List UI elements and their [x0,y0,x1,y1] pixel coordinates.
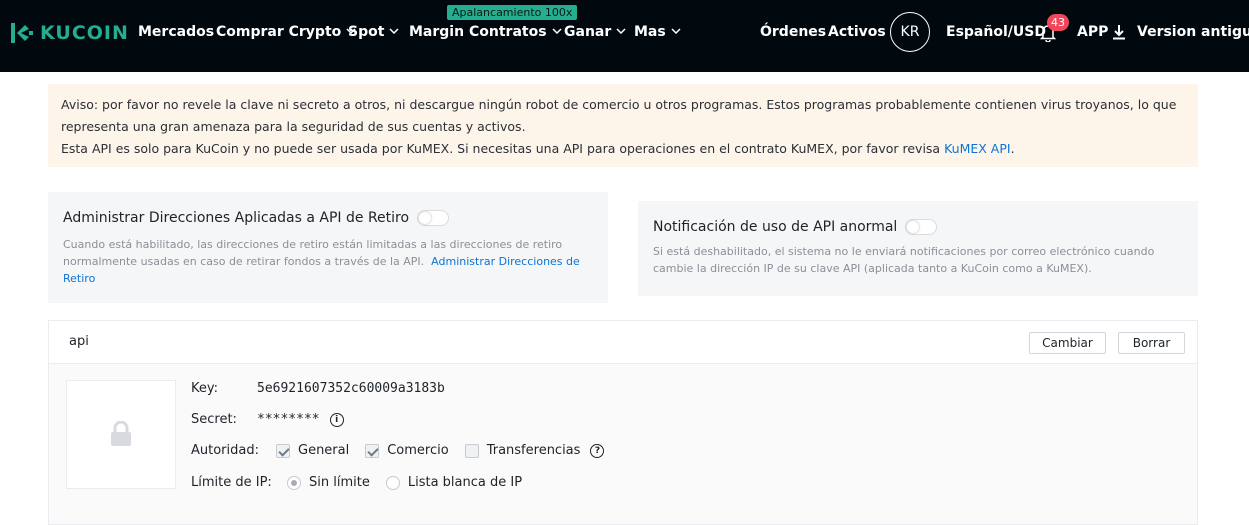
permission-label: Comercio [387,443,449,458]
abnormal-card-description: Si está deshabilitado, el sistema no le … [653,245,1155,275]
logo-text: KUCOIN [40,22,129,44]
withdraw-address-card: Administrar Direcciones Aplicadas a API … [48,192,608,303]
api-key-name: api [69,334,89,349]
checkbox[interactable] [276,443,290,458]
radio-button[interactable] [385,475,400,490]
chevron-down-icon [616,28,626,34]
ip-option-label: Lista blanca de IP [407,475,523,490]
withdraw-card-title-row: Administrar Direcciones Aplicadas a API … [63,210,593,226]
notice-text: Esta API es solo para KuCoin y no puede … [61,141,945,156]
nav-spot[interactable]: Spot [348,24,399,40]
kumex-api-link[interactable]: KuMEX API [944,141,1011,156]
key-value: 5e6921607352c60009a3183b [257,381,445,396]
ip-option-label: Sin límite [309,475,370,490]
language-currency-selector[interactable]: Español/USD [946,24,1046,40]
abnormal-card-title-row: Notificación de uso de API anormal [653,219,1183,235]
notification-count-badge: 43 [1047,14,1069,31]
download-icon [1113,25,1126,40]
nav-orders[interactable]: Órdenes [760,24,826,40]
withdraw-card-description: Cuando está habilitado, las direcciones … [63,236,593,287]
api-qr-placeholder [66,380,176,489]
withdraw-address-toggle[interactable] [417,210,450,226]
abnormal-usage-toggle[interactable] [905,219,938,235]
nav-label: Spot [348,24,385,40]
ip-limit-row: Límite de IP: Sin límite Lista blanca de… [191,475,538,490]
nav-label: Comprar Crypto [216,24,342,40]
nav-mercados[interactable]: Mercados [138,24,214,40]
info-icon[interactable]: i [329,412,344,427]
notice-line-3: Esta API es solo para KuCoin y no puede … [61,138,1185,160]
permission-transferencias[interactable]: Transferencias [464,443,581,458]
nav-label: Activos [828,24,886,40]
chevron-down-icon [552,28,562,34]
permission-general[interactable]: General [276,443,349,458]
leverage-promo-badge: Apalancamiento 100x [447,5,578,20]
notice-text: . [1010,141,1015,156]
nav-mas[interactable]: Mas [634,24,681,40]
nav-label: APP [1077,24,1109,40]
radio-button[interactable] [287,475,301,490]
key-row: Key: 5e6921607352c60009a3183b [191,381,445,396]
nav-label: Ganar [564,24,612,40]
notice-line-1: Aviso: por favor no revele la clave ni s… [61,97,1177,112]
chevron-down-icon [389,28,399,34]
chevron-down-icon [671,28,681,34]
authority-row: Autoridad: General Comercio Transferenci… [191,443,605,458]
api-key-header: api Cambiar Borrar [49,321,1197,364]
checkbox[interactable] [464,443,479,458]
permission-label: Transferencias [486,443,581,458]
top-navigation-bar: KUCOIN Mercados Comprar Crypto Spot Marg… [0,0,1249,72]
key-label: Key: [191,381,219,396]
kucoin-logo[interactable]: KUCOIN [10,21,129,45]
nav-label: Mas [634,24,666,40]
nav-contratos[interactable]: Contratos [469,24,562,40]
secret-value: ******** [257,412,320,427]
nav-label: Contratos [469,24,547,40]
ip-option-unlimited[interactable]: Sin límite [287,475,370,490]
withdraw-card-title: Administrar Direcciones Aplicadas a API … [63,210,410,226]
lock-icon [111,421,131,446]
user-avatar[interactable]: KR [890,12,930,52]
nav-label: Mercados [138,24,215,40]
notice-line-2: representa una gran amenaza para la segu… [61,119,526,134]
question-icon[interactable]: ? [590,443,605,458]
secret-row: Secret: ******** i [191,412,344,427]
nav-assets[interactable]: Activos [828,24,886,40]
security-notice: Aviso: por favor no revele la clave ni s… [48,84,1198,167]
abnormal-card-title: Notificación de uso de API anormal [653,219,898,235]
ip-option-whitelist[interactable]: Lista blanca de IP [385,475,523,490]
nav-ganar[interactable]: Ganar [564,24,626,40]
authority-label: Autoridad: [191,443,259,458]
nav-label: Español/USD [946,24,1046,40]
kucoin-logo-icon [11,23,33,43]
permission-label: General [298,443,350,458]
nav-comprar-crypto[interactable]: Comprar Crypto [216,24,356,40]
ip-limit-label: Límite de IP: [191,475,272,490]
nav-label: Version antigua [1137,24,1249,40]
api-key-panel: api Cambiar Borrar Key: 5e6921607352c600… [48,320,1198,525]
nav-label: Órdenes [760,24,827,40]
nav-margin[interactable]: Margin [409,24,464,40]
secret-label: Secret: [191,412,237,427]
app-download[interactable]: APP [1077,24,1126,40]
nav-label: Margin [409,24,465,40]
abnormal-usage-card: Notificación de uso de API anormal Si es… [638,201,1198,296]
permission-comercio[interactable]: Comercio [365,443,449,458]
old-version-link[interactable]: Version antigua [1137,24,1249,40]
checkbox[interactable] [365,443,380,458]
delete-button[interactable]: Borrar [1118,332,1185,354]
change-button[interactable]: Cambiar [1029,332,1106,354]
